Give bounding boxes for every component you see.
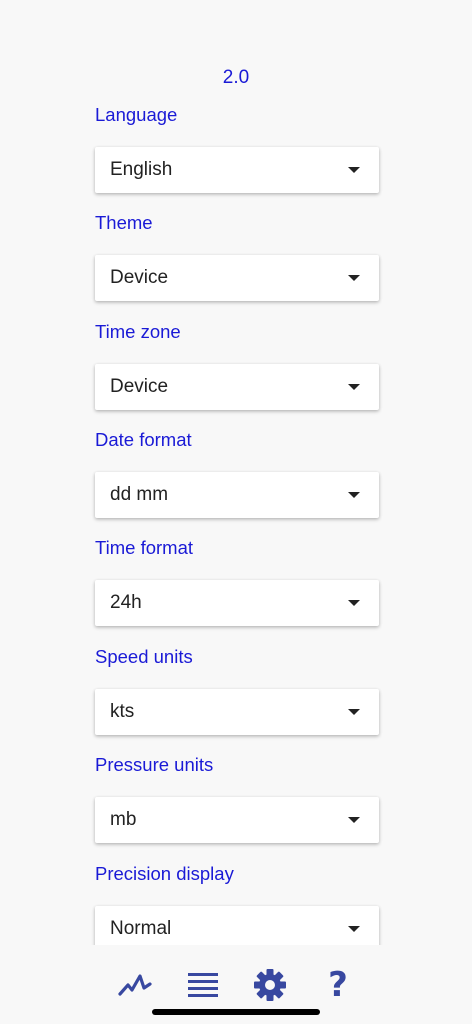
setting-label-time-format: Time format — [95, 537, 193, 558]
setting-label-theme: Theme — [95, 212, 153, 233]
setting-time-format: Time format 24h — [95, 536, 379, 626]
setting-precision-display: Precision display Normal — [95, 862, 379, 945]
chart-line-icon — [118, 974, 152, 996]
help-icon: ? — [328, 965, 348, 1005]
pressure-units-select-value: mb — [110, 809, 137, 830]
language-select-value: English — [110, 159, 173, 180]
nav-list-button[interactable] — [183, 965, 223, 1005]
setting-date-format: Date format dd mm — [95, 428, 379, 518]
language-select[interactable]: English — [95, 147, 379, 193]
theme-select[interactable]: Device — [95, 255, 379, 301]
pressure-units-select[interactable]: mb — [95, 797, 379, 843]
setting-label-speed-units: Speed units — [95, 646, 193, 667]
caret-down-icon — [348, 817, 360, 823]
speed-units-select-value: kts — [110, 701, 135, 722]
setting-label-language: Language — [95, 104, 178, 125]
nav-chart-button[interactable] — [115, 965, 155, 1005]
setting-language: Language English — [95, 103, 379, 193]
caret-down-icon — [348, 709, 360, 715]
nav-help-button[interactable]: ? — [318, 965, 358, 1005]
caret-down-icon — [348, 926, 360, 932]
setting-pressure-units: Pressure units mb — [95, 753, 379, 843]
settings-scroll-area[interactable]: 2.0 Language English Theme Device Time z… — [0, 0, 472, 945]
precision-display-select[interactable]: Normal — [95, 906, 379, 945]
date-format-select[interactable]: dd mm — [95, 472, 379, 518]
setting-label-date-format: Date format — [95, 429, 192, 450]
caret-down-icon — [348, 275, 360, 281]
caret-down-icon — [348, 167, 360, 173]
caret-down-icon — [348, 600, 360, 606]
setting-label-precision-display: Precision display — [95, 863, 234, 884]
gear-icon — [254, 969, 286, 1001]
setting-label-pressure-units: Pressure units — [95, 754, 214, 775]
time-zone-select-value: Device — [110, 376, 169, 397]
caret-down-icon — [348, 384, 360, 390]
time-zone-select[interactable]: Device — [95, 364, 379, 410]
theme-select-value: Device — [110, 267, 169, 288]
setting-label-time-zone: Time zone — [95, 321, 181, 342]
date-format-select-value: dd mm — [110, 484, 169, 505]
home-indicator — [152, 1009, 320, 1015]
list-icon — [188, 973, 218, 997]
setting-theme: Theme Device — [95, 211, 379, 301]
setting-time-zone: Time zone Device — [95, 320, 379, 410]
caret-down-icon — [348, 492, 360, 498]
speed-units-select[interactable]: kts — [95, 689, 379, 735]
app-version: 2.0 — [222, 67, 250, 88]
time-format-select[interactable]: 24h — [95, 580, 379, 626]
precision-display-select-value: Normal — [110, 918, 172, 939]
setting-speed-units: Speed units kts — [95, 645, 379, 735]
time-format-select-value: 24h — [110, 592, 142, 613]
nav-settings-button[interactable] — [250, 965, 290, 1005]
